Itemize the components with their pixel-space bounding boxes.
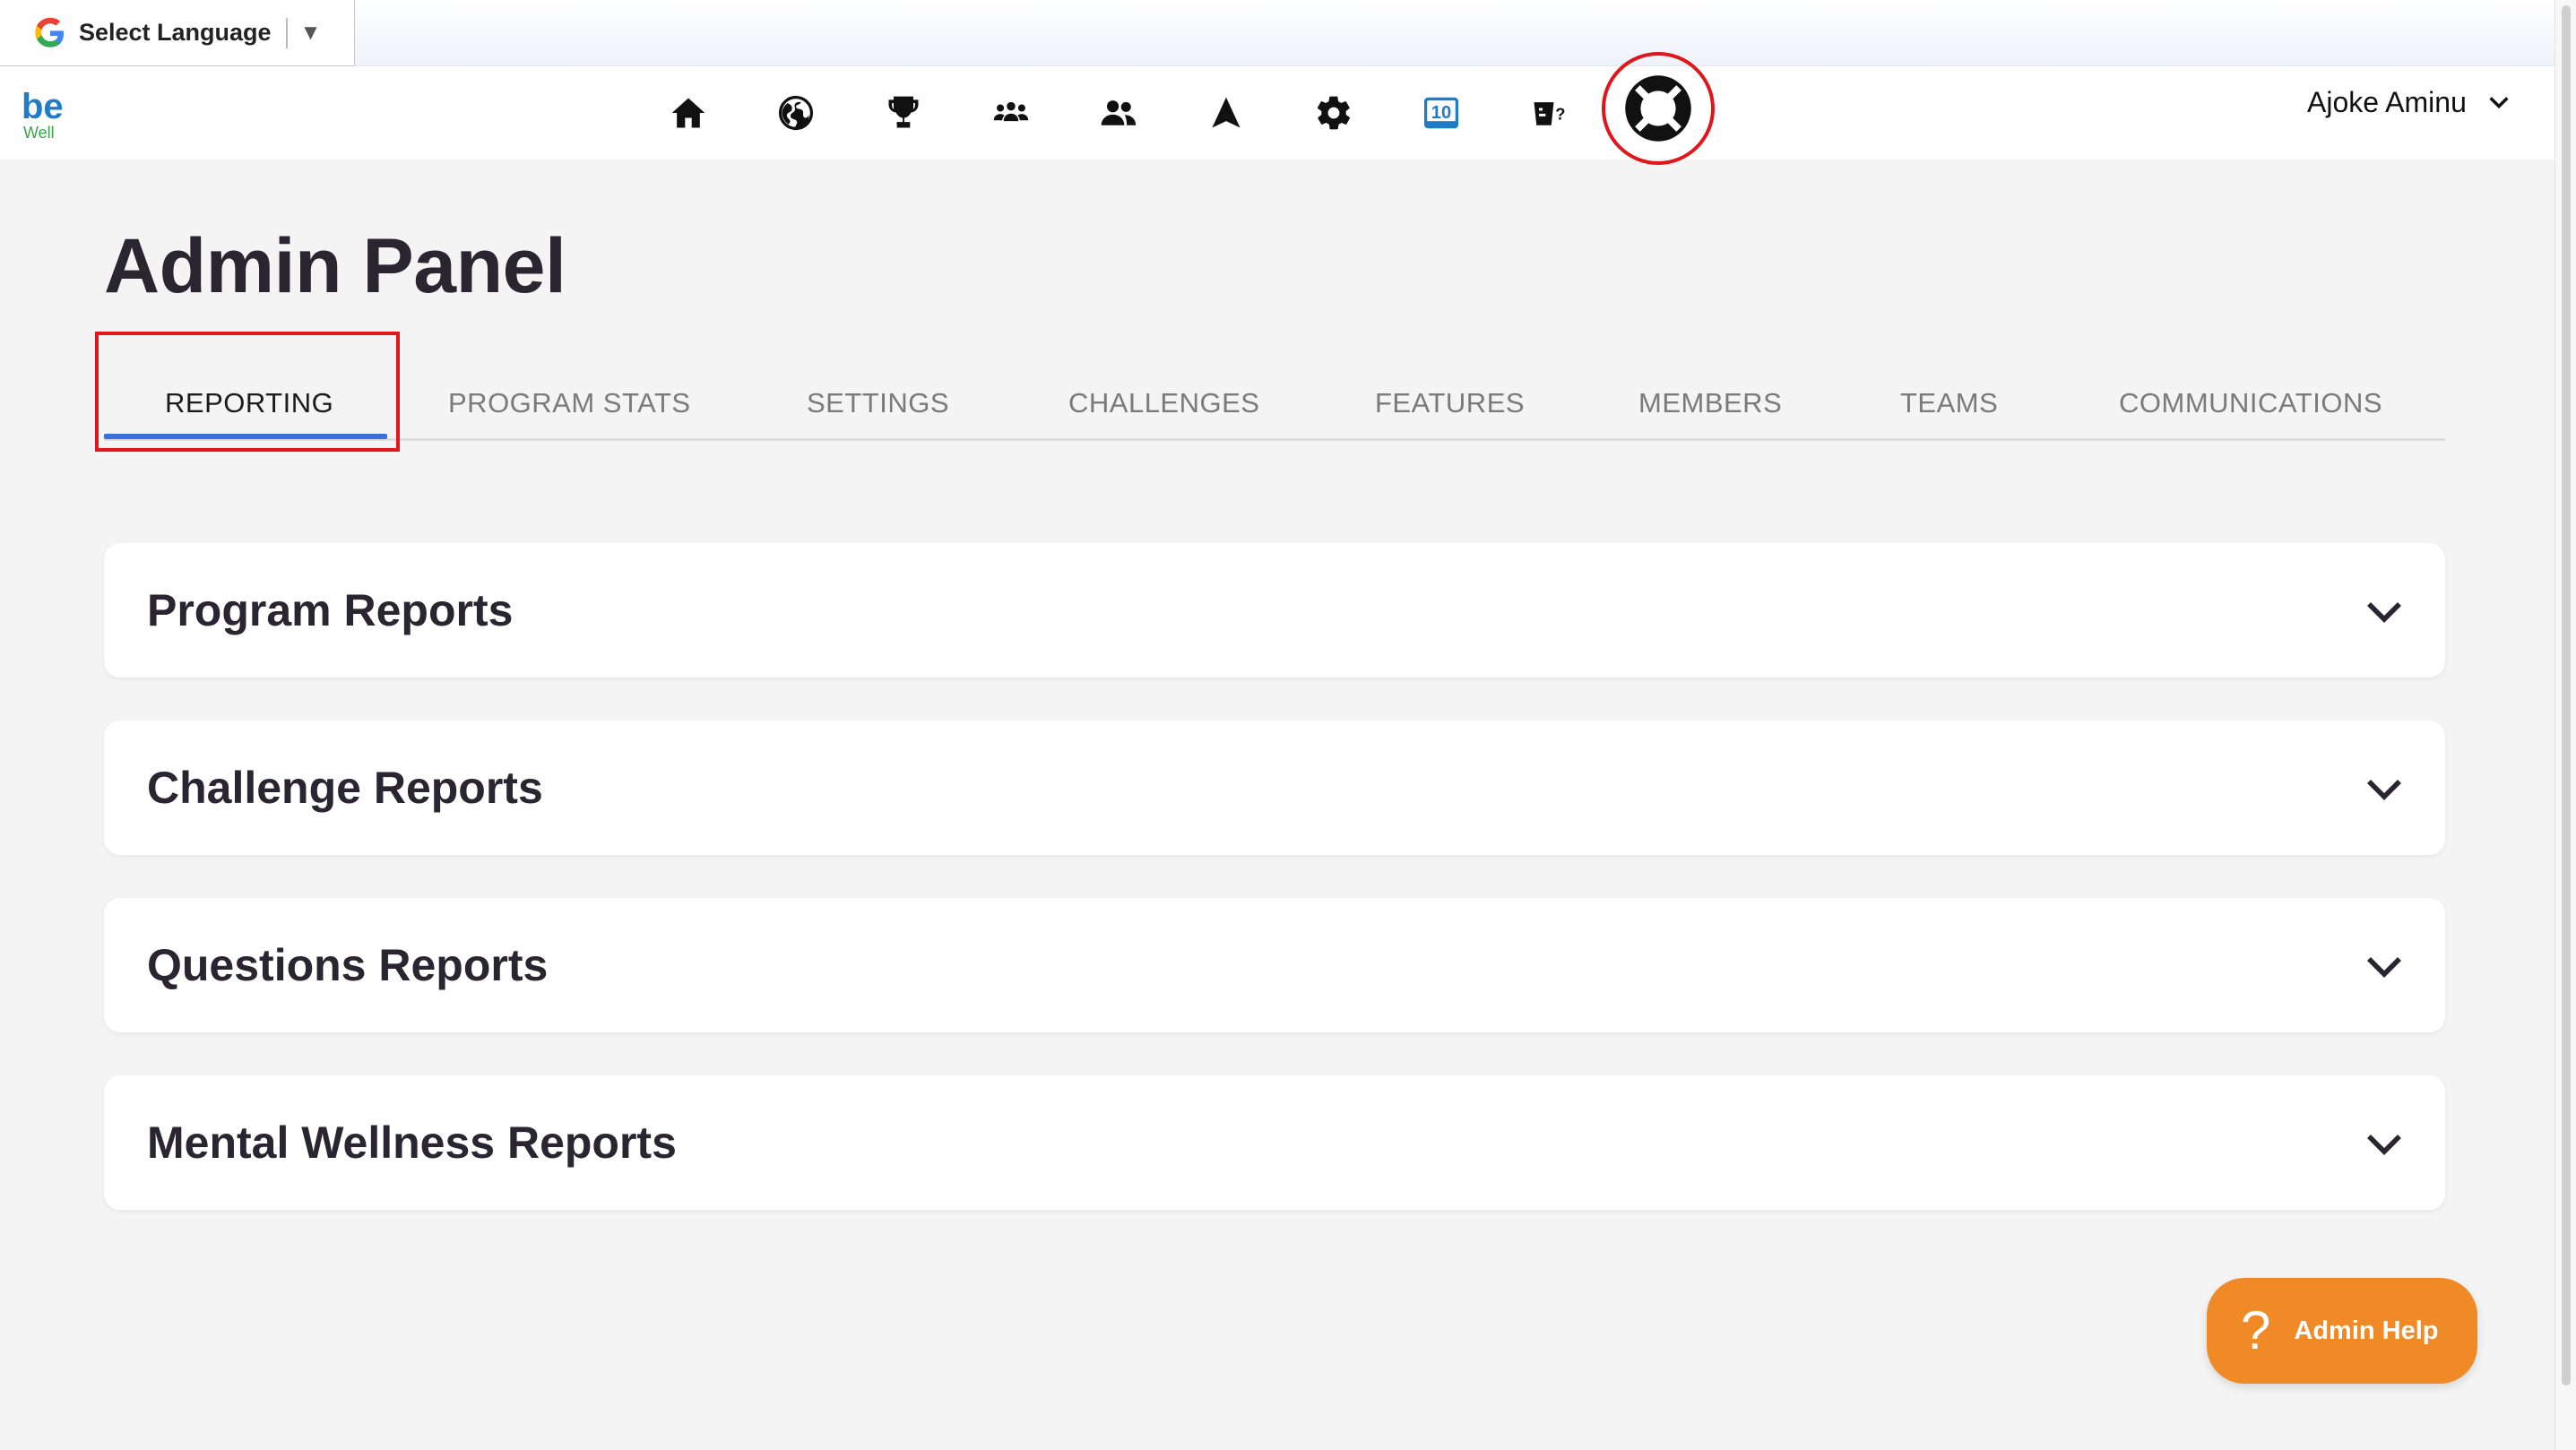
tab-members[interactable]: MEMBERS <box>1638 387 1782 419</box>
accordion-title: Mental Wellness Reports <box>147 1118 677 1168</box>
question-mark-icon: ? <box>2241 1300 2271 1360</box>
calendar-badge: 10 <box>1431 103 1451 123</box>
navigation-arrow-icon <box>1212 97 1240 128</box>
scrollbar-track[interactable] <box>2554 0 2576 1450</box>
logo-letters: be <box>22 87 64 126</box>
calendar-10-icon: 10 <box>1423 97 1459 129</box>
accordion-mental-wellness-reports[interactable]: Mental Wellness Reports <box>104 1075 2445 1210</box>
nav-support[interactable] <box>1602 52 1715 165</box>
bewell-logo[interactable]: be Well <box>22 84 66 143</box>
accordion-title: Challenge Reports <box>147 763 543 813</box>
gear-icon <box>1317 96 1351 130</box>
nav-calendar[interactable]: 10 <box>1414 86 1468 140</box>
nav-trophy[interactable] <box>877 86 930 140</box>
chevron-down-icon <box>2367 957 2401 978</box>
users-icon <box>1101 100 1137 125</box>
divider <box>285 17 288 48</box>
globe-icon <box>778 95 814 131</box>
tab-challenges[interactable]: CHALLENGES <box>1068 387 1259 419</box>
nav-groups[interactable] <box>984 86 1038 140</box>
page-title: Admin Panel <box>104 223 566 309</box>
tab-teams[interactable]: TEAMS <box>1900 387 1998 419</box>
nav-users[interactable] <box>1092 86 1145 140</box>
tab-settings[interactable]: SETTINGS <box>807 387 949 419</box>
google-g-icon <box>35 17 64 47</box>
language-select[interactable]: Select Language ▼ <box>0 0 355 66</box>
admin-help-label: Admin Help <box>2294 1316 2439 1345</box>
quiz-icon: ? <box>1534 102 1565 125</box>
top-navbar: be Well 10 ? Ajoke Aminu <box>0 52 2554 165</box>
nav-globe[interactable] <box>769 86 823 140</box>
tab-communications[interactable]: COMMUNICATIONS <box>2119 387 2382 419</box>
lifebuoy-icon <box>1625 75 1691 142</box>
user-menu[interactable]: Ajoke Aminu <box>2307 84 2511 120</box>
accordion-program-reports[interactable]: Program Reports <box>104 543 2445 678</box>
scrollbar-thumb[interactable] <box>2562 5 2571 1385</box>
accordion-title: Program Reports <box>147 585 514 635</box>
tab-program-stats[interactable]: PROGRAM STATS <box>448 387 691 419</box>
accordion-challenge-reports[interactable]: Challenge Reports <box>104 721 2445 855</box>
nav-settings[interactable] <box>1307 86 1361 140</box>
chevron-down-icon <box>2489 97 2509 109</box>
accordion-questions-reports[interactable]: Questions Reports <box>104 898 2445 1032</box>
dropdown-arrow-icon[interactable]: ▼ <box>300 21 322 46</box>
chevron-down-icon <box>2367 602 2401 623</box>
trophy-icon <box>888 96 919 128</box>
translate-bar: Select Language ▼ <box>0 0 2554 66</box>
chevron-down-icon <box>2367 780 2401 800</box>
language-select-label: Select Language <box>79 19 272 46</box>
chevron-down-icon <box>2367 1135 2401 1155</box>
admin-help-button[interactable]: ? Admin Help <box>2207 1278 2477 1384</box>
page-root: Select Language ▼ be Well 10 ? Ajoke Ami… <box>0 0 2576 1450</box>
nav-home[interactable] <box>661 86 715 140</box>
tab-highlight-box <box>95 332 400 452</box>
nav-navigation[interactable] <box>1199 86 1253 140</box>
nav-quiz[interactable]: ? <box>1522 86 1576 140</box>
group-icon <box>993 101 1029 122</box>
svg-text:?: ? <box>1555 104 1565 123</box>
tab-features[interactable]: FEATURES <box>1375 387 1525 419</box>
admin-tabs: REPORTING PROGRAM STATS SETTINGS CHALLEN… <box>104 355 2445 441</box>
accordion-title: Questions Reports <box>147 940 549 990</box>
logo-subtext: Well <box>23 124 55 142</box>
home-icon <box>671 98 705 128</box>
user-name: Ajoke Aminu <box>2307 85 2467 118</box>
